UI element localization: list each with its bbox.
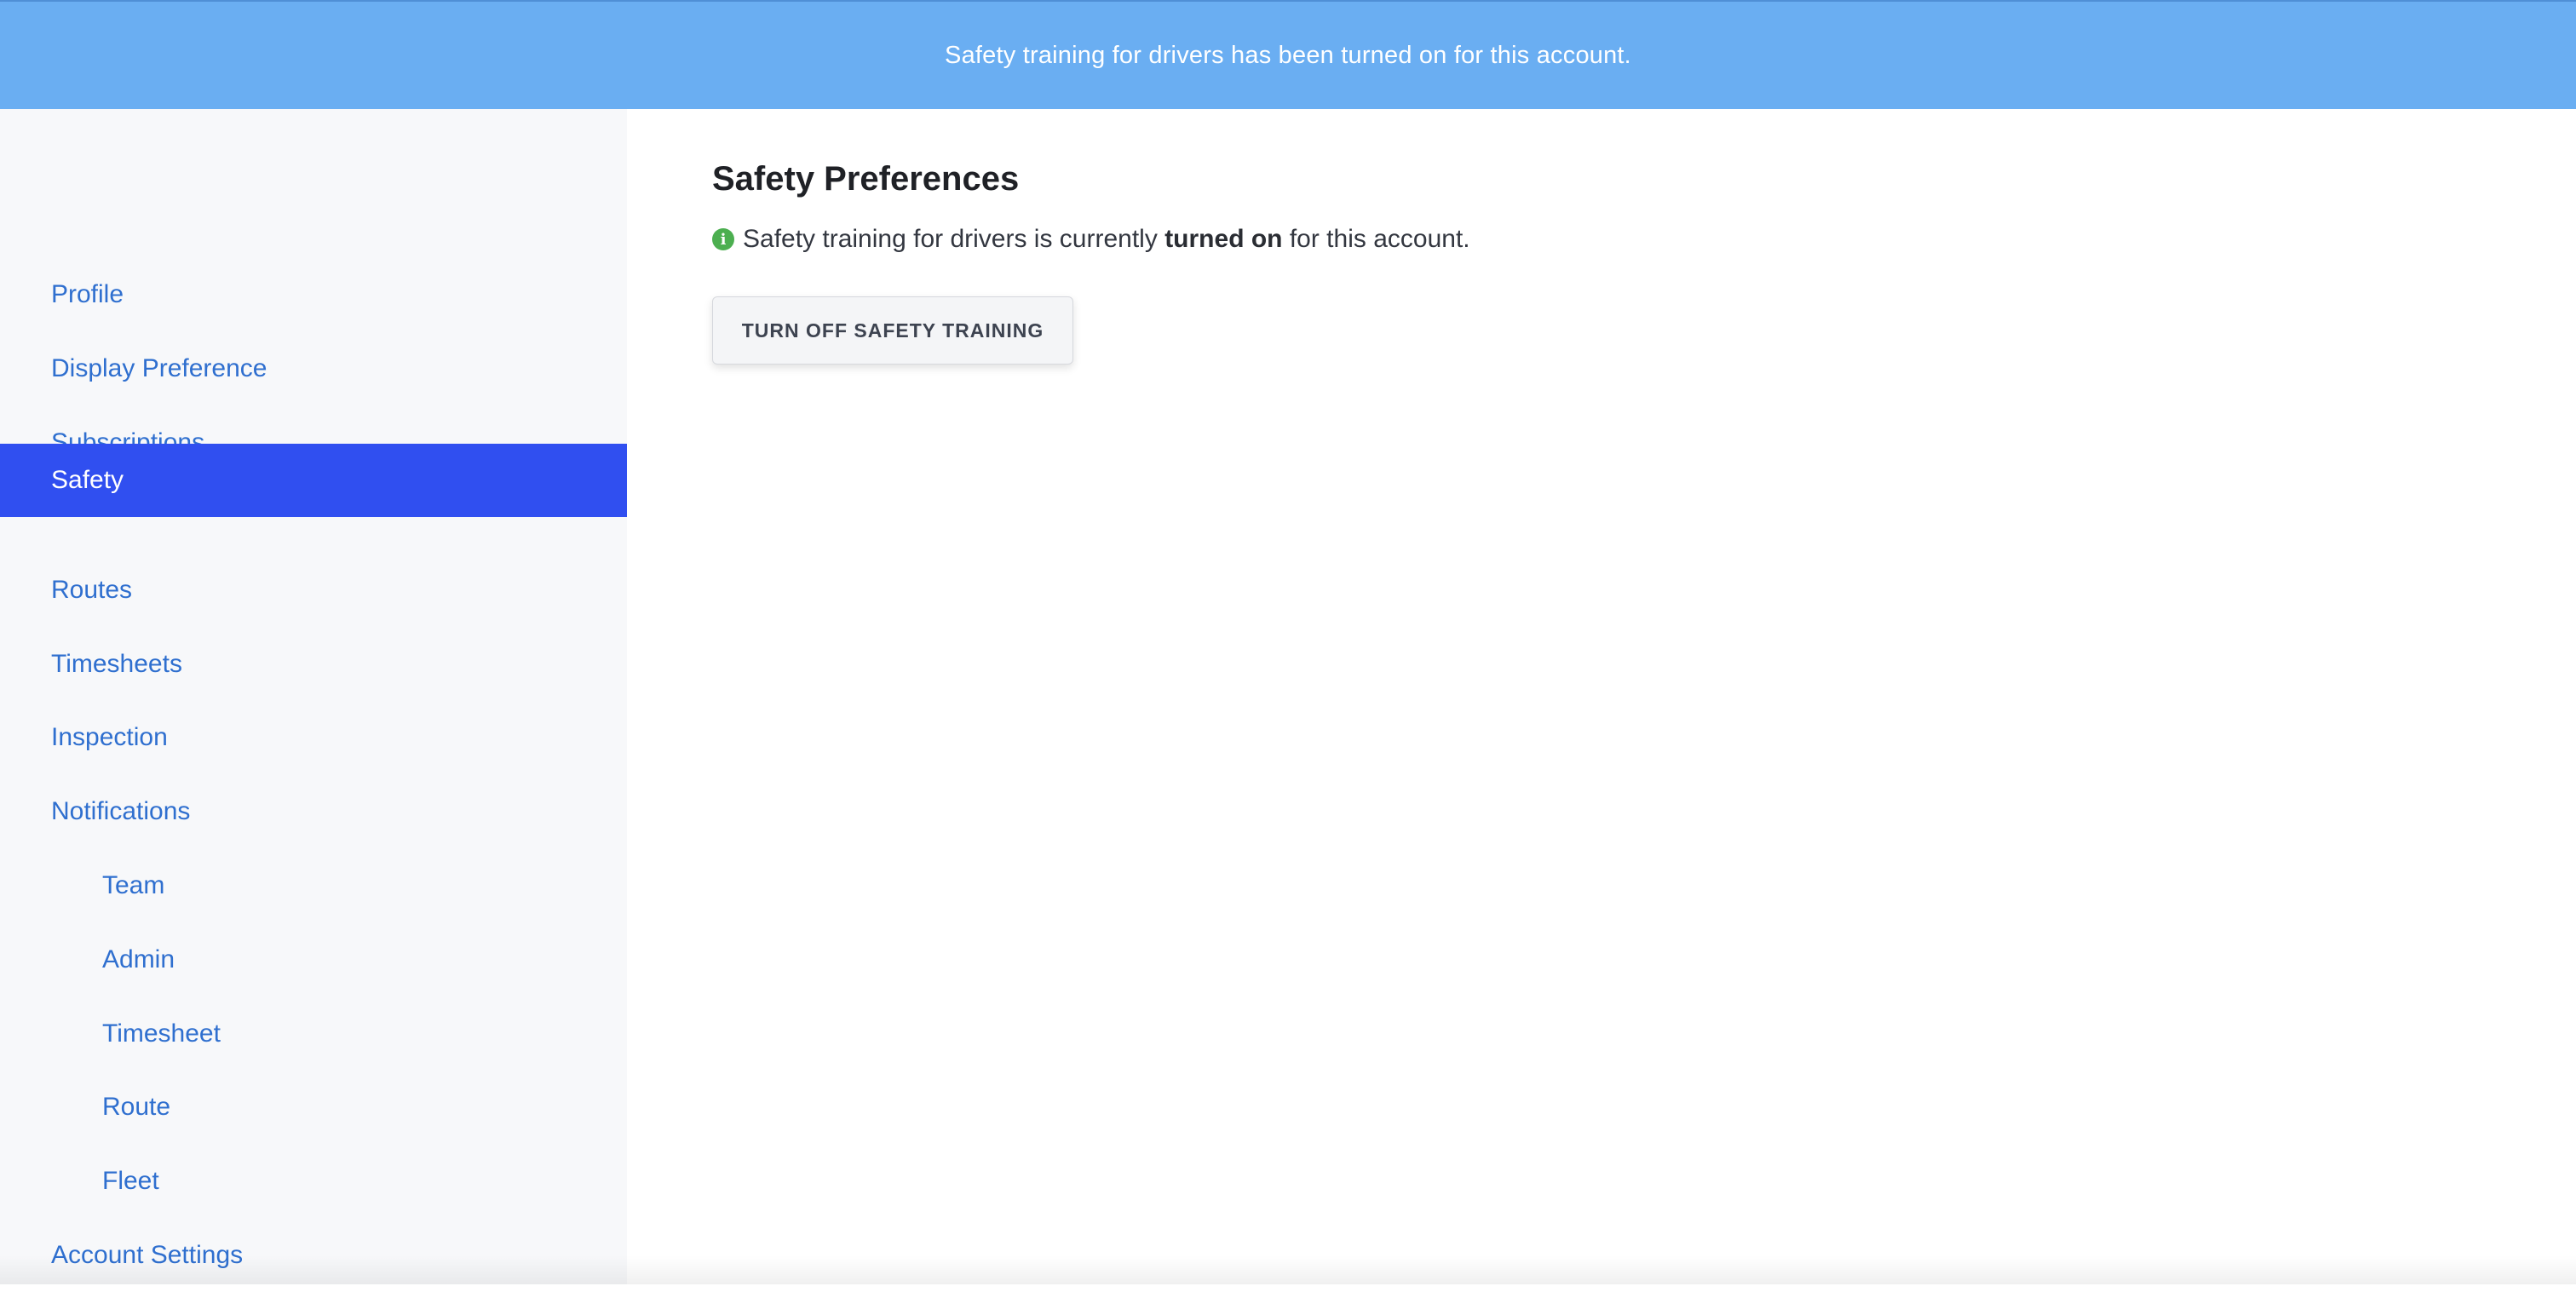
sidebar-item-timesheet[interactable]: Timesheet: [0, 997, 627, 1071]
main-content: Safety Preferences i Safety training for…: [627, 109, 2576, 1284]
safety-status-text: i Safety training for drivers is current…: [712, 225, 1470, 254]
sidebar-item-safety[interactable]: Safety: [0, 444, 627, 517]
notification-banner: Safety training for drivers has been tur…: [0, 0, 2576, 109]
sidebar-item-account-settings[interactable]: Account Settings: [0, 1219, 627, 1292]
sidebar-item-route[interactable]: Route: [0, 1071, 627, 1144]
status-prefix: Safety training for drivers is currently: [743, 225, 1164, 254]
status-suffix: for this account.: [1283, 225, 1470, 254]
sidebar-item-inspection[interactable]: Inspection: [0, 701, 627, 774]
sidebar-item-profile[interactable]: Profile: [0, 258, 627, 331]
sidebar-item-timesheets[interactable]: Timesheets: [0, 628, 627, 701]
sidebar-item-admin[interactable]: Admin: [0, 923, 627, 996]
banner-message: Safety training for drivers has been tur…: [945, 42, 1631, 70]
sidebar-item-team[interactable]: Team: [0, 849, 627, 922]
status-state: turned on: [1164, 225, 1282, 254]
sidebar: Profile Display Preference Subscriptions…: [0, 109, 627, 1284]
sidebar-item-fleet[interactable]: Fleet: [0, 1145, 627, 1218]
sidebar-item-notifications[interactable]: Notifications: [0, 775, 627, 848]
page-title: Safety Preferences: [712, 160, 1019, 198]
sidebar-item-display-preference[interactable]: Display Preference: [0, 332, 627, 405]
info-icon: i: [712, 228, 734, 250]
sidebar-item-routes[interactable]: Routes: [0, 554, 627, 627]
turn-off-safety-training-button[interactable]: TURN OFF SAFETY TRAINING: [712, 296, 1073, 365]
